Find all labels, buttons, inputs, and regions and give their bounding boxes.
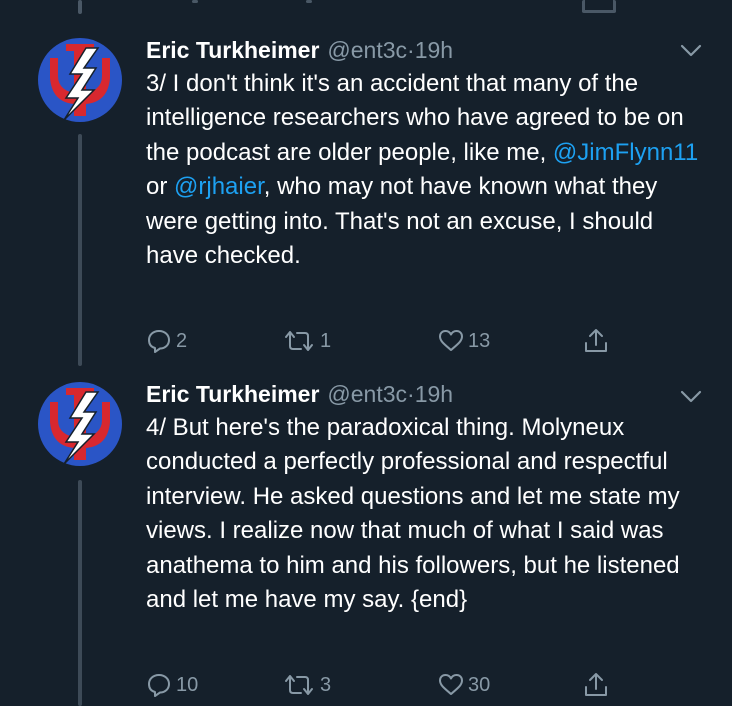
retweet-button[interactable]: 3: [282, 670, 331, 700]
like-button[interactable]: 13: [438, 326, 490, 356]
mention-link[interactable]: @rjhaier: [174, 173, 264, 200]
tweet-header: Eric Turkheimer @ent3c·19h: [146, 36, 453, 64]
author-name[interactable]: Eric Turkheimer: [146, 381, 319, 407]
like-button[interactable]: 30: [438, 670, 490, 700]
tweet-menu-button[interactable]: [680, 44, 702, 58]
grateful-dead-psi-lightning-icon: [38, 38, 122, 122]
grateful-dead-psi-lightning-icon: [38, 382, 122, 466]
tweet-text: 4/ But here's the paradoxical thing. Mol…: [146, 414, 680, 614]
tweet-text: 3/ I don't think it's an accident that m…: [146, 67, 706, 273]
tweet-actions: 2 1 13: [146, 326, 626, 356]
tweet-card[interactable]: Eric Turkheimer @ent3c·19h 3/ I don't thi…: [0, 0, 732, 366]
share-icon: [585, 329, 607, 352]
retweet-button[interactable]: 1: [282, 326, 331, 356]
author-handle[interactable]: @ent3c: [327, 381, 407, 407]
mention-link[interactable]: @JimFlynn11: [553, 139, 698, 166]
chevron-down-icon: [680, 44, 702, 57]
reply-button[interactable]: 10: [146, 670, 198, 700]
reply-icon: [148, 674, 170, 697]
reply-button[interactable]: 2: [146, 326, 187, 356]
heart-icon: [439, 330, 463, 351]
separator-dot: ·: [407, 37, 415, 63]
author-handle[interactable]: @ent3c: [327, 37, 407, 63]
tweet-menu-button[interactable]: [680, 390, 702, 404]
like-count: 13: [468, 329, 491, 352]
author-name[interactable]: Eric Turkheimer: [146, 37, 319, 63]
tweet-card[interactable]: Eric Turkheimer @ent3c·19h 4/ But here's …: [0, 366, 732, 706]
tweet-header: Eric Turkheimer @ent3c·19h: [146, 380, 453, 408]
like-count: 30: [468, 673, 491, 696]
tweet-text-segment: or: [146, 173, 175, 201]
avatar[interactable]: [36, 380, 124, 468]
retweet-icon: [285, 675, 313, 695]
avatar[interactable]: [36, 36, 124, 124]
reply-count: 2: [176, 329, 188, 352]
heart-icon: [439, 674, 463, 695]
reply-count: 10: [176, 673, 199, 696]
tweet-timestamp[interactable]: 19h: [415, 37, 453, 63]
share-button[interactable]: [582, 670, 610, 700]
retweet-icon: [285, 331, 313, 351]
retweet-count: 1: [320, 329, 332, 352]
share-button[interactable]: [582, 326, 610, 356]
share-icon: [585, 673, 607, 696]
tweet-timestamp[interactable]: 19h: [415, 381, 453, 407]
separator-dot: ·: [407, 381, 415, 407]
chevron-down-icon: [680, 390, 702, 403]
retweet-count: 3: [320, 673, 332, 696]
reply-icon: [148, 330, 170, 353]
tweet-actions: 10 3 30: [146, 670, 626, 700]
